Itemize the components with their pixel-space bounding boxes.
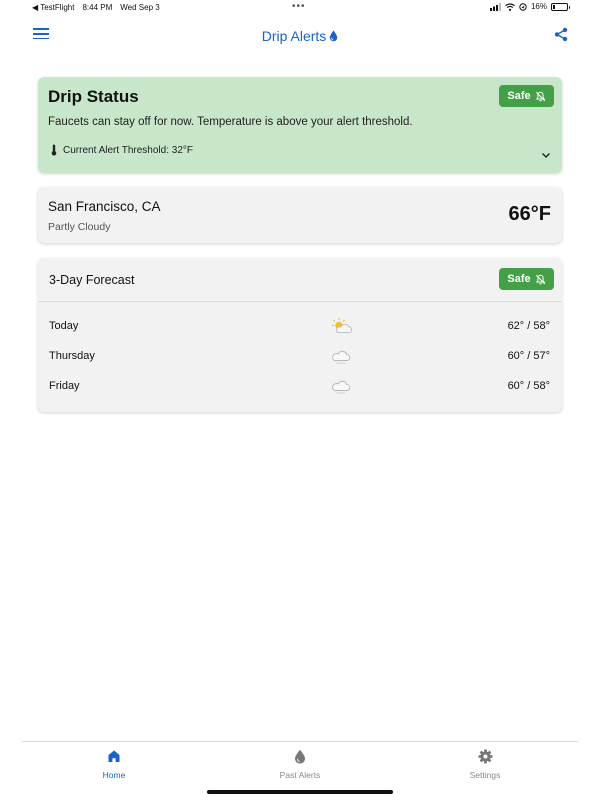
location-services-icon bbox=[519, 2, 527, 11]
forecast-temps: 60° / 57° bbox=[507, 350, 550, 362]
status-time: 8:44 PM bbox=[82, 3, 113, 12]
status-left: ◀ TestFlight 8:44 PM Wed Sep 3 bbox=[32, 3, 160, 12]
tab-past-alerts-label: Past Alerts bbox=[279, 770, 321, 780]
tab-settings[interactable]: Settings bbox=[445, 747, 525, 780]
drip-status-card: Drip Status Safe Faucets can stay off fo… bbox=[38, 77, 562, 173]
back-to-app-link[interactable]: ◀ TestFlight bbox=[32, 3, 74, 12]
weather-condition: Partly Cloudy bbox=[48, 221, 111, 233]
tab-settings-label: Settings bbox=[469, 770, 501, 780]
share-button[interactable] bbox=[554, 27, 568, 47]
share-icon bbox=[554, 27, 568, 42]
tab-past-alerts[interactable]: Past Alerts bbox=[260, 747, 340, 780]
forecast-safe-badge-label: Safe bbox=[507, 273, 531, 285]
alert-threshold: Current Alert Threshold: 32°F bbox=[51, 144, 193, 156]
bell-off-icon bbox=[535, 91, 545, 101]
multitasking-dots-icon[interactable]: ••• bbox=[292, 1, 306, 12]
cloud-icon bbox=[331, 377, 353, 398]
tab-home[interactable]: Home bbox=[74, 747, 154, 780]
forecast-title: 3-Day Forecast bbox=[49, 273, 135, 287]
forecast-day: Today bbox=[49, 320, 79, 332]
forecast-row: Today 62° / 58° bbox=[38, 317, 562, 337]
nav-bar: Drip Alerts bbox=[0, 20, 600, 52]
safe-badge: Safe bbox=[499, 85, 554, 107]
cloud-icon bbox=[331, 347, 353, 368]
forecast-safe-badge: Safe bbox=[499, 268, 554, 290]
forecast-temps: 62° / 58° bbox=[507, 320, 550, 332]
location-name: San Francisco, CA bbox=[48, 199, 161, 214]
forecast-row: Thursday 60° / 57° bbox=[38, 347, 562, 367]
tab-bar-divider bbox=[22, 741, 578, 742]
home-icon bbox=[108, 750, 120, 762]
droplet-icon bbox=[330, 30, 338, 42]
forecast-temps: 60° / 58° bbox=[507, 380, 550, 392]
partly-cloudy-icon bbox=[331, 317, 353, 338]
tab-home-label: Home bbox=[102, 770, 126, 780]
gear-icon bbox=[478, 749, 492, 763]
app-title: Drip Alerts bbox=[261, 28, 327, 44]
forecast-day: Friday bbox=[49, 380, 80, 392]
battery-icon bbox=[551, 2, 570, 11]
bell-off-icon bbox=[535, 274, 545, 284]
battery-percent: 16% bbox=[530, 2, 547, 11]
status-date: Wed Sep 3 bbox=[120, 3, 160, 12]
status-bar: ◀ TestFlight 8:44 PM Wed Sep 3 ••• 16% bbox=[0, 0, 600, 16]
nav-title: Drip Alerts bbox=[0, 28, 600, 44]
wifi-icon bbox=[505, 2, 515, 11]
safe-badge-label: Safe bbox=[507, 90, 531, 102]
alert-threshold-label: Current Alert Threshold: 32°F bbox=[63, 144, 193, 156]
chevron-down-icon bbox=[542, 153, 550, 158]
current-temperature: 66°F bbox=[508, 203, 551, 225]
droplet-icon bbox=[295, 749, 305, 764]
current-weather-card: San Francisco, CA Partly Cloudy 66°F bbox=[38, 187, 562, 243]
thermometer-icon bbox=[51, 144, 57, 156]
forecast-divider bbox=[38, 301, 562, 302]
forecast-day: Thursday bbox=[49, 350, 95, 362]
cellular-signal-icon bbox=[489, 2, 501, 11]
status-right: 16% bbox=[489, 2, 570, 11]
home-indicator[interactable] bbox=[207, 790, 393, 794]
forecast-card: 3-Day Forecast Safe Today 62° / 58° Thur… bbox=[38, 258, 562, 412]
forecast-row: Friday 60° / 58° bbox=[38, 377, 562, 397]
expand-threshold-button[interactable] bbox=[541, 146, 551, 164]
drip-status-message: Faucets can stay off for now. Temperatur… bbox=[48, 116, 413, 128]
drip-status-title: Drip Status bbox=[48, 87, 139, 106]
